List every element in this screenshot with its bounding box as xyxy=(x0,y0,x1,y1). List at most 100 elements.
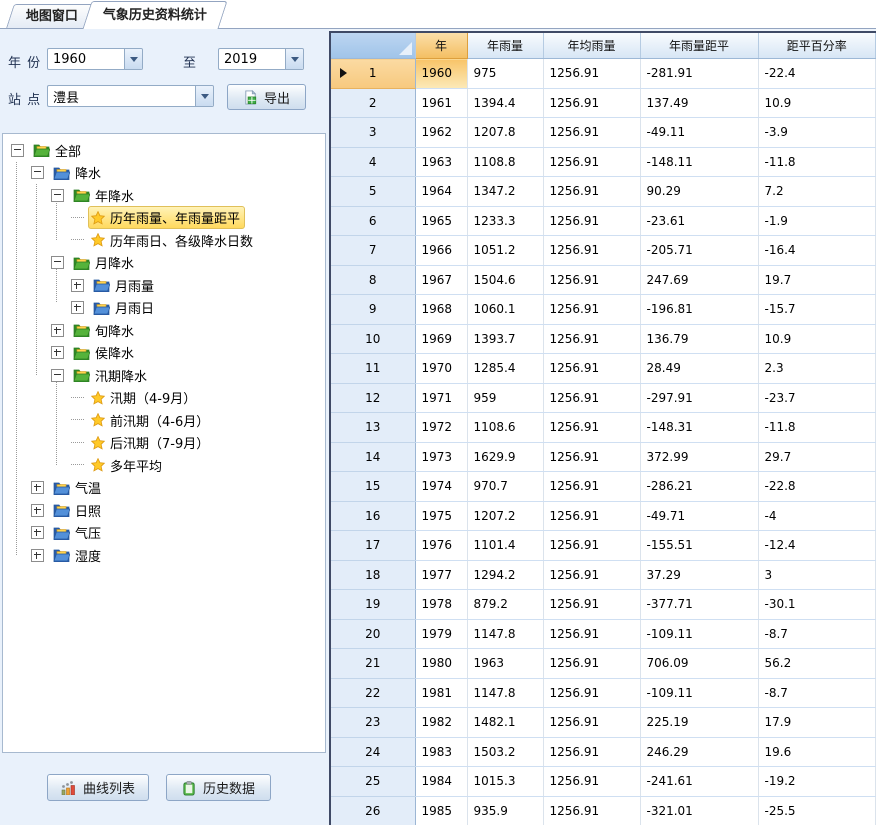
tree-node[interactable]: 汛期降水 xyxy=(3,364,325,387)
cell[interactable]: 1973 xyxy=(415,442,467,472)
cell[interactable]: 1147.8 xyxy=(467,619,543,649)
cell[interactable]: 1233.3 xyxy=(467,206,543,236)
cell[interactable]: 879.2 xyxy=(467,590,543,620)
export-button[interactable]: 导出 xyxy=(227,84,306,110)
cell[interactable]: -23.7 xyxy=(758,383,876,413)
cell[interactable]: 1960 xyxy=(415,59,467,89)
column-header[interactable]: 年雨量距平 xyxy=(640,33,758,59)
tab-weather-history-statistics[interactable]: 气象历史资料统计 xyxy=(82,1,227,29)
expand-icon[interactable] xyxy=(71,301,84,314)
cell[interactable]: 1256.91 xyxy=(543,88,640,118)
cell[interactable]: -15.7 xyxy=(758,295,876,325)
cell[interactable]: 1256.91 xyxy=(543,678,640,708)
cell[interactable]: 1256.91 xyxy=(543,619,640,649)
cell[interactable]: 1256.91 xyxy=(543,354,640,384)
cell[interactable]: -49.11 xyxy=(640,118,758,148)
cell[interactable]: 970.7 xyxy=(467,472,543,502)
cell[interactable]: 1108.8 xyxy=(467,147,543,177)
cell[interactable]: -22.4 xyxy=(758,59,876,89)
tree-node-body[interactable]: 湿度 xyxy=(50,544,106,567)
tree-node-body[interactable]: 全部 xyxy=(30,139,86,162)
cell[interactable]: 1256.91 xyxy=(543,118,640,148)
cell[interactable]: 1982 xyxy=(415,708,467,738)
cell[interactable]: 1256.91 xyxy=(543,501,640,531)
cell[interactable]: 1978 xyxy=(415,590,467,620)
cell[interactable]: 1980 xyxy=(415,649,467,679)
row-header[interactable]: 22 xyxy=(331,678,415,708)
cell[interactable]: 1015.3 xyxy=(467,767,543,797)
tree-node-body[interactable]: 后汛期（7-9月） xyxy=(88,431,214,454)
row-header[interactable]: 25 xyxy=(331,767,415,797)
cell[interactable]: 1256.91 xyxy=(543,560,640,590)
cell[interactable]: 29.7 xyxy=(758,442,876,472)
row-header[interactable]: 5 xyxy=(331,177,415,207)
cell[interactable]: 1985 xyxy=(415,796,467,825)
history-data-button[interactable]: 历史数据 xyxy=(166,774,271,801)
cell[interactable]: 706.09 xyxy=(640,649,758,679)
row-header[interactable]: 17 xyxy=(331,531,415,561)
cell[interactable]: 1979 xyxy=(415,619,467,649)
collapse-icon[interactable] xyxy=(11,144,24,157)
tree-node[interactable]: 湿度 xyxy=(3,544,325,567)
cell[interactable]: 28.49 xyxy=(640,354,758,384)
tree-node[interactable]: 前汛期（4-6月） xyxy=(3,409,325,432)
grid-corner-cell[interactable] xyxy=(331,33,415,59)
expand-icon[interactable] xyxy=(51,324,64,337)
cell[interactable]: -23.61 xyxy=(640,206,758,236)
cell[interactable]: 19.7 xyxy=(758,265,876,295)
cell[interactable]: 1969 xyxy=(415,324,467,354)
cell[interactable]: 1977 xyxy=(415,560,467,590)
cell[interactable]: 1963 xyxy=(467,649,543,679)
cell[interactable]: 1629.9 xyxy=(467,442,543,472)
cell[interactable]: 1256.91 xyxy=(543,531,640,561)
tree-node[interactable]: 日照 xyxy=(3,499,325,522)
row-header[interactable]: 11 xyxy=(331,354,415,384)
cell[interactable]: 1981 xyxy=(415,678,467,708)
cell[interactable]: 1971 xyxy=(415,383,467,413)
cell[interactable]: 1147.8 xyxy=(467,678,543,708)
cell[interactable]: -3.9 xyxy=(758,118,876,148)
tree-node[interactable]: 年降水 xyxy=(3,184,325,207)
tree-node-body[interactable]: 月雨日 xyxy=(90,296,159,319)
cell[interactable]: -22.8 xyxy=(758,472,876,502)
chevron-down-icon[interactable] xyxy=(124,49,142,69)
expand-icon[interactable] xyxy=(31,526,44,539)
year-to-combobox[interactable]: 2019 xyxy=(218,48,304,70)
cell[interactable]: 1975 xyxy=(415,501,467,531)
cell[interactable]: -205.71 xyxy=(640,236,758,266)
row-header[interactable]: 23 xyxy=(331,708,415,738)
collapse-icon[interactable] xyxy=(51,369,64,382)
cell[interactable]: 1207.8 xyxy=(467,118,543,148)
cell[interactable]: -297.91 xyxy=(640,383,758,413)
chevron-down-icon[interactable] xyxy=(285,49,303,69)
row-header[interactable]: 8 xyxy=(331,265,415,295)
cell[interactable]: 1256.91 xyxy=(543,413,640,443)
row-header[interactable]: 15 xyxy=(331,472,415,502)
tree-node-body[interactable]: 旬降水 xyxy=(70,319,139,342)
cell[interactable]: 1966 xyxy=(415,236,467,266)
cell[interactable]: 1961 xyxy=(415,88,467,118)
row-header[interactable]: 14 xyxy=(331,442,415,472)
row-header[interactable]: 7 xyxy=(331,236,415,266)
expand-icon[interactable] xyxy=(31,481,44,494)
cell[interactable]: -19.2 xyxy=(758,767,876,797)
collapse-icon[interactable] xyxy=(51,189,64,202)
tree-node[interactable]: 气压 xyxy=(3,522,325,545)
row-header[interactable]: 1 xyxy=(331,59,415,89)
tree-node[interactable]: 全部 xyxy=(3,139,325,162)
cell[interactable]: 935.9 xyxy=(467,796,543,825)
cell[interactable]: -281.91 xyxy=(640,59,758,89)
cell[interactable]: 3 xyxy=(758,560,876,590)
cell[interactable]: 1101.4 xyxy=(467,531,543,561)
chevron-down-icon[interactable] xyxy=(195,86,213,106)
cell[interactable]: -16.4 xyxy=(758,236,876,266)
cell[interactable]: 1984 xyxy=(415,767,467,797)
cell[interactable]: 7.2 xyxy=(758,177,876,207)
cell[interactable]: 10.9 xyxy=(758,324,876,354)
cell[interactable]: 1393.7 xyxy=(467,324,543,354)
cell[interactable]: 247.69 xyxy=(640,265,758,295)
row-header[interactable]: 10 xyxy=(331,324,415,354)
tree-node-body[interactable]: 日照 xyxy=(50,499,106,522)
cell[interactable]: 1974 xyxy=(415,472,467,502)
tree-node-body[interactable]: 汛期降水 xyxy=(70,364,152,387)
